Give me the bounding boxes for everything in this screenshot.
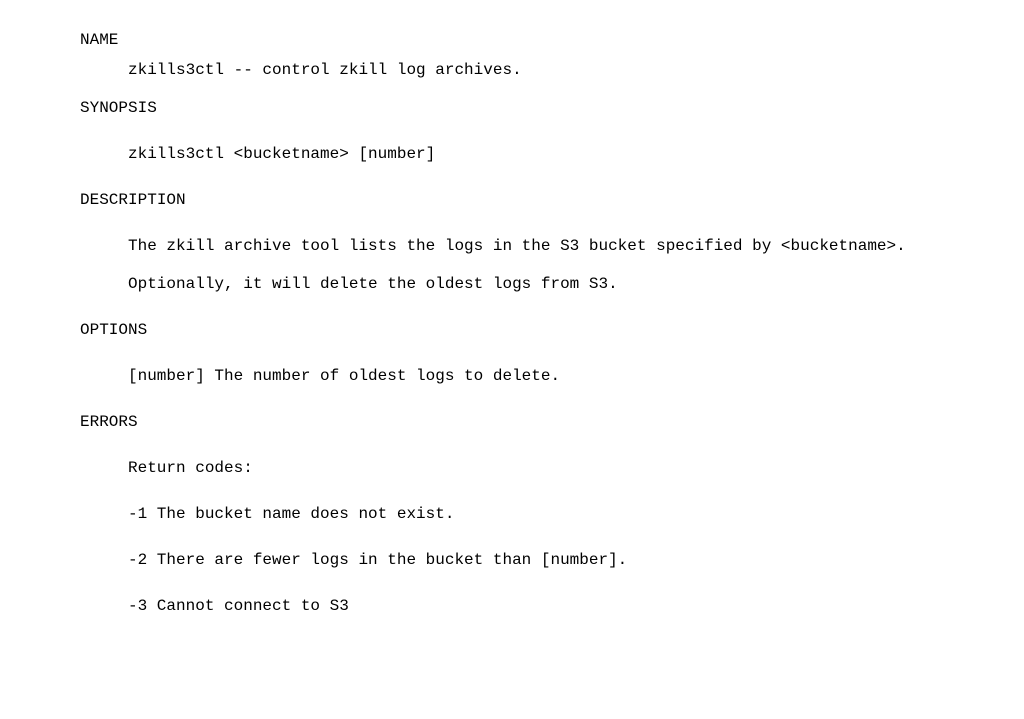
description-para-2: Optionally, it will delete the oldest lo… [128,272,1024,296]
description-para-1: The zkill archive tool lists the logs in… [128,234,1024,258]
options-line: [number] The number of oldest logs to de… [128,364,1024,388]
section-heading-synopsis: SYNOPSIS [80,96,1024,120]
error-code-1: -1 The bucket name does not exist. [128,502,1024,526]
errors-body: Return codes: -1 The bucket name does no… [128,456,1024,618]
name-body: zkills3ctl -- control zkill log archives… [128,58,1024,82]
name-line: zkills3ctl -- control zkill log archives… [128,58,1024,82]
error-code-2: -2 There are fewer logs in the bucket th… [128,548,1024,572]
options-body: [number] The number of oldest logs to de… [128,364,1024,388]
section-heading-name: NAME [80,28,1024,52]
errors-intro: Return codes: [128,456,1024,480]
description-body: The zkill archive tool lists the logs in… [128,234,1024,296]
synopsis-body: zkills3ctl <bucketname> [number] [128,142,1024,166]
error-code-3: -3 Cannot connect to S3 [128,594,1024,618]
section-heading-description: DESCRIPTION [80,188,1024,212]
section-heading-errors: ERRORS [80,410,1024,434]
synopsis-line: zkills3ctl <bucketname> [number] [128,142,1024,166]
section-heading-options: OPTIONS [80,318,1024,342]
manpage-root: NAME zkills3ctl -- control zkill log arc… [0,0,1024,618]
